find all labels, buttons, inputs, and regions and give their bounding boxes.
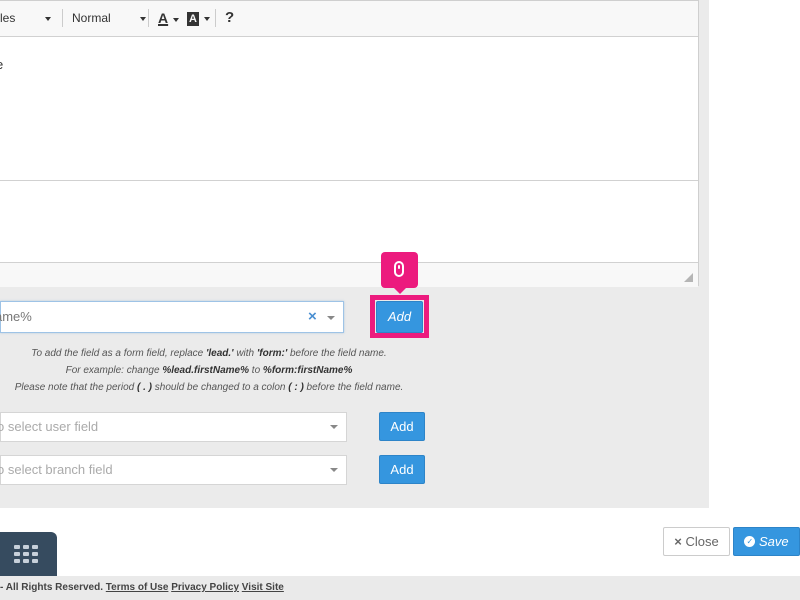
lead-field-select[interactable]: ame% × [0, 301, 344, 333]
chevron-down-icon [44, 16, 51, 21]
apps-menu-button[interactable] [0, 532, 57, 576]
terms-link[interactable]: Terms of Use [106, 582, 169, 593]
add-user-field-button[interactable]: Add [379, 412, 425, 441]
chevron-down-icon [330, 468, 338, 472]
modal-panel: les Normal A A ? e [0, 0, 709, 508]
chevron-down-icon [173, 17, 180, 22]
close-button-label: Close [685, 534, 719, 549]
lead-field-value: ame% [0, 309, 32, 324]
background-color-icon: A [187, 12, 199, 26]
page-footer: - All Rights Reserved. Terms of Use Priv… [0, 576, 800, 600]
styles-dropdown-label: les [0, 11, 16, 25]
branch-field-placeholder: o select branch field [0, 462, 113, 477]
help-icon: ? [225, 9, 235, 26]
add-branch-field-button[interactable]: Add [379, 455, 425, 484]
grid-icon [14, 545, 38, 563]
toolbar-divider [148, 9, 149, 27]
help-text-line-2: For example: change %lead.firstName% to … [65, 365, 353, 376]
click-highlight [370, 295, 429, 338]
help-text-line-3: Please note that the period ( . ) should… [14, 382, 404, 393]
editor-toolbar: les Normal A A ? [0, 1, 698, 37]
visit-site-link[interactable]: Visit Site [242, 582, 284, 593]
branch-field-select[interactable]: o select branch field [0, 455, 347, 485]
editor-content-text: e [0, 57, 3, 72]
toolbar-divider [62, 9, 63, 27]
resize-grip-icon[interactable] [684, 273, 693, 282]
background-color-button[interactable]: A [187, 1, 211, 35]
rich-text-editor: les Normal A A ? e [0, 0, 699, 287]
editor-content-area[interactable]: e [0, 37, 698, 180]
chevron-down-icon [330, 425, 338, 429]
copyright-text: - All Rights Reserved. [0, 582, 103, 593]
check-circle-icon: ✓ [744, 536, 756, 548]
click-indicator [381, 252, 418, 294]
privacy-link[interactable]: Privacy Policy [171, 582, 239, 593]
format-dropdown[interactable]: Normal [72, 1, 147, 35]
help-button[interactable]: ? [225, 1, 234, 35]
user-field-placeholder: o select user field [0, 419, 99, 434]
user-field-select[interactable]: o select user field [0, 412, 347, 442]
toolbar-divider [215, 9, 216, 27]
mouse-icon [394, 261, 404, 277]
close-icon: × [674, 534, 682, 549]
chevron-down-icon [140, 16, 147, 21]
chevron-down-icon [327, 316, 335, 320]
chevron-down-icon [204, 16, 211, 21]
text-color-icon: A [158, 10, 169, 26]
styles-dropdown[interactable]: les [0, 1, 51, 35]
close-button[interactable]: × Close [663, 527, 730, 556]
format-dropdown-label: Normal [72, 11, 111, 25]
save-button[interactable]: ✓ Save [733, 527, 800, 556]
text-color-button[interactable]: A [158, 1, 180, 35]
save-button-label: Save [758, 534, 789, 549]
help-text-line-1: To add the field as a form field, replac… [31, 348, 387, 359]
editor-status-bar [0, 262, 698, 287]
clear-icon[interactable]: × [308, 308, 317, 325]
editor-source-area[interactable] [0, 180, 698, 263]
